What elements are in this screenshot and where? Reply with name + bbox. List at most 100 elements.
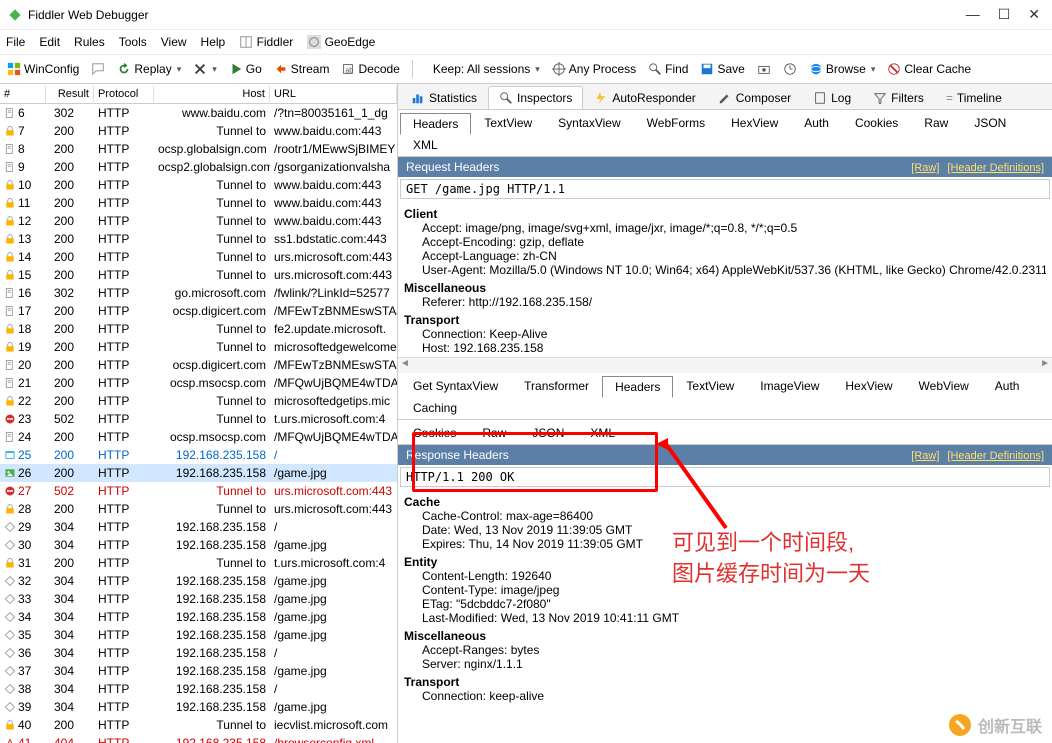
session-row[interactable]: 33304HTTP192.168.235.158/game.jpg	[0, 590, 397, 608]
request-defs-link[interactable]: [Header Definitions]	[947, 162, 1044, 174]
decode-button[interactable]: abDecode	[338, 60, 402, 78]
req-subtab-cookies[interactable]: Cookies	[842, 112, 911, 134]
session-row[interactable]: 22200HTTPTunnel tomicrosoftedgetips.mic	[0, 392, 397, 410]
tab-timeline[interactable]: =Timeline	[935, 86, 1013, 109]
tab-statistics[interactable]: Statistics	[400, 86, 488, 109]
session-row[interactable]: 7200HTTPTunnel towww.baidu.com:443	[0, 122, 397, 140]
screenshot-button[interactable]	[754, 60, 774, 78]
session-row[interactable]: 15200HTTPTunnel tours.microsoft.com:443	[0, 266, 397, 284]
minimize-button[interactable]: —	[966, 6, 980, 23]
req-subtab-syntaxview[interactable]: SyntaxView	[545, 112, 633, 134]
browse-button[interactable]: Browse	[806, 60, 879, 78]
tab-composer[interactable]: Composer	[707, 86, 802, 109]
session-row[interactable]: 14200HTTPTunnel tours.microsoft.com:443	[0, 248, 397, 266]
session-row[interactable]: 31200HTTPTunnel tot.urs.microsoft.com:4	[0, 554, 397, 572]
session-row[interactable]: 18200HTTPTunnel tofe2.update.microsoft.	[0, 320, 397, 338]
session-row[interactable]: 39304HTTP192.168.235.158/game.jpg	[0, 698, 397, 716]
res-header-item[interactable]: Server: nginx/1.1.1	[404, 657, 1046, 671]
req-subtab-json[interactable]: JSON	[961, 112, 1019, 134]
timer-button[interactable]	[780, 60, 800, 78]
find-button[interactable]: Find	[645, 60, 691, 78]
req-header-item[interactable]: User-Agent: Mozilla/5.0 (Windows NT 10.0…	[404, 263, 1046, 277]
res-subtab-auth[interactable]: Auth	[982, 375, 1033, 397]
response-defs-link[interactable]: [Header Definitions]	[947, 450, 1044, 462]
menu-tools[interactable]: Tools	[119, 35, 147, 49]
res-subtab-textview[interactable]: TextView	[673, 375, 747, 397]
req-subtab-hexview[interactable]: HexView	[718, 112, 791, 134]
session-row[interactable]: 38304HTTP192.168.235.158/	[0, 680, 397, 698]
req-header-item[interactable]: Referer: http://192.168.235.158/	[404, 295, 1046, 309]
maximize-button[interactable]: ☐	[998, 6, 1011, 23]
res-header-item[interactable]: Last-Modified: Wed, 13 Nov 2019 10:41:11…	[404, 611, 1046, 625]
res-subtab-imageview[interactable]: ImageView	[747, 375, 832, 397]
session-row[interactable]: 25200HTTP192.168.235.158/	[0, 446, 397, 464]
session-row[interactable]: 13200HTTPTunnel toss1.bdstatic.com:443	[0, 230, 397, 248]
session-row[interactable]: 23502HTTPTunnel tot.urs.microsoft.com:4	[0, 410, 397, 428]
res-subtab-hexview[interactable]: HexView	[832, 375, 905, 397]
session-row[interactable]: 37304HTTP192.168.235.158/game.jpg	[0, 662, 397, 680]
close-button[interactable]: ✕	[1028, 6, 1040, 23]
session-row[interactable]: 36304HTTP192.168.235.158/	[0, 644, 397, 662]
req-subtab-xml[interactable]: XML	[400, 134, 451, 156]
col-number[interactable]: #	[0, 86, 46, 102]
session-row[interactable]: 16302HTTPgo.microsoft.com/fwlink/?LinkId…	[0, 284, 397, 302]
req-subtab-webforms[interactable]: WebForms	[634, 112, 718, 134]
session-row[interactable]: 29304HTTP192.168.235.158/	[0, 518, 397, 536]
keep-sessions-dropdown[interactable]: Keep: All sessions	[430, 60, 543, 78]
req-header-item[interactable]: Accept-Encoding: gzip, deflate	[404, 235, 1046, 249]
request-raw-link[interactable]: [Raw]	[911, 162, 939, 174]
session-row[interactable]: 20200HTTPocsp.digicert.com/MFEwTzBNMEswS…	[0, 356, 397, 374]
session-row[interactable]: 26200HTTP192.168.235.158/game.jpg	[0, 464, 397, 482]
req-subtab-raw[interactable]: Raw	[911, 112, 961, 134]
comment-button[interactable]	[88, 60, 108, 78]
req-header-item[interactable]: Accept: image/png, image/svg+xml, image/…	[404, 221, 1046, 235]
res-header-item[interactable]: Connection: keep-alive	[404, 689, 1046, 703]
req-header-item[interactable]: Connection: Keep-Alive	[404, 327, 1046, 341]
session-row[interactable]: 19200HTTPTunnel tomicrosoftedgewelcome	[0, 338, 397, 356]
go-button[interactable]: Go	[226, 60, 265, 78]
res-subtab-transformer[interactable]: Transformer	[511, 375, 602, 397]
col-result[interactable]: Result	[46, 86, 94, 102]
save-button[interactable]: Save	[697, 60, 747, 78]
session-row[interactable]: 35304HTTP192.168.235.158/game.jpg	[0, 626, 397, 644]
menu-view[interactable]: View	[161, 35, 187, 49]
session-row[interactable]: 40200HTTPTunnel toiecvlist.microsoft.com	[0, 716, 397, 734]
col-host[interactable]: Host	[154, 86, 270, 102]
req-header-item[interactable]: Accept-Language: zh-CN	[404, 249, 1046, 263]
session-row[interactable]: 8200HTTPocsp.globalsign.com/rootr1/MEwwS…	[0, 140, 397, 158]
session-row[interactable]: 12200HTTPTunnel towww.baidu.com:443	[0, 212, 397, 230]
stream-button[interactable]: Stream	[271, 60, 333, 78]
session-row[interactable]: 10200HTTPTunnel towww.baidu.com:443	[0, 176, 397, 194]
session-row[interactable]: 27502HTTPTunnel tours.microsoft.com:443	[0, 482, 397, 500]
menu-rules[interactable]: Rules	[74, 35, 105, 49]
session-row[interactable]: 30304HTTP192.168.235.158/game.jpg	[0, 536, 397, 554]
tab-log[interactable]: Log	[802, 86, 862, 109]
req-subtab-headers[interactable]: Headers	[400, 113, 471, 135]
sessions-grid[interactable]: 6302HTTPwww.baidu.com/?tn=80035161_1_dg7…	[0, 104, 397, 743]
session-row[interactable]: 24200HTTPocsp.msocsp.com/MFQwUjBQME4wTDA	[0, 428, 397, 446]
tab-autoresponder[interactable]: AutoResponder	[583, 86, 706, 109]
session-row[interactable]: 11200HTTPTunnel towww.baidu.com:443	[0, 194, 397, 212]
col-url[interactable]: URL	[270, 86, 397, 102]
res-subtab-caching[interactable]: Caching	[400, 397, 470, 419]
menu-help[interactable]: Help	[201, 35, 226, 49]
session-row[interactable]: 34304HTTP192.168.235.158/game.jpg	[0, 608, 397, 626]
menu-geoedge[interactable]: GeoEdge	[307, 35, 375, 50]
menu-file[interactable]: File	[6, 35, 25, 49]
session-row[interactable]: 21200HTTPocsp.msocsp.com/MFQwUjBQME4wTDA	[0, 374, 397, 392]
response-raw-link[interactable]: [Raw]	[911, 450, 939, 462]
tab-filters[interactable]: Filters	[862, 86, 935, 109]
session-row[interactable]: 17200HTTPocsp.digicert.com/MFEwTzBNMEswS…	[0, 302, 397, 320]
tab-inspectors[interactable]: Inspectors	[488, 86, 583, 109]
session-row[interactable]: 41404HTTP192.168.235.158/browserconfig.x…	[0, 734, 397, 743]
replay-button[interactable]: Replay	[114, 60, 184, 78]
req-subtab-auth[interactable]: Auth	[791, 112, 842, 134]
req-header-item[interactable]: Host: 192.168.235.158	[404, 341, 1046, 355]
res-header-item[interactable]: ETag: "5dcbddc7-2f080"	[404, 597, 1046, 611]
res-subtab-headers[interactable]: Headers	[602, 376, 673, 398]
request-hscroll[interactable]	[398, 357, 1052, 373]
winconfig-button[interactable]: WinConfig	[4, 60, 82, 78]
menu-fiddler[interactable]: Fiddler	[239, 35, 293, 50]
col-protocol[interactable]: Protocol	[94, 86, 154, 102]
session-row[interactable]: 9200HTTPocsp2.globalsign.com/gsorganizat…	[0, 158, 397, 176]
